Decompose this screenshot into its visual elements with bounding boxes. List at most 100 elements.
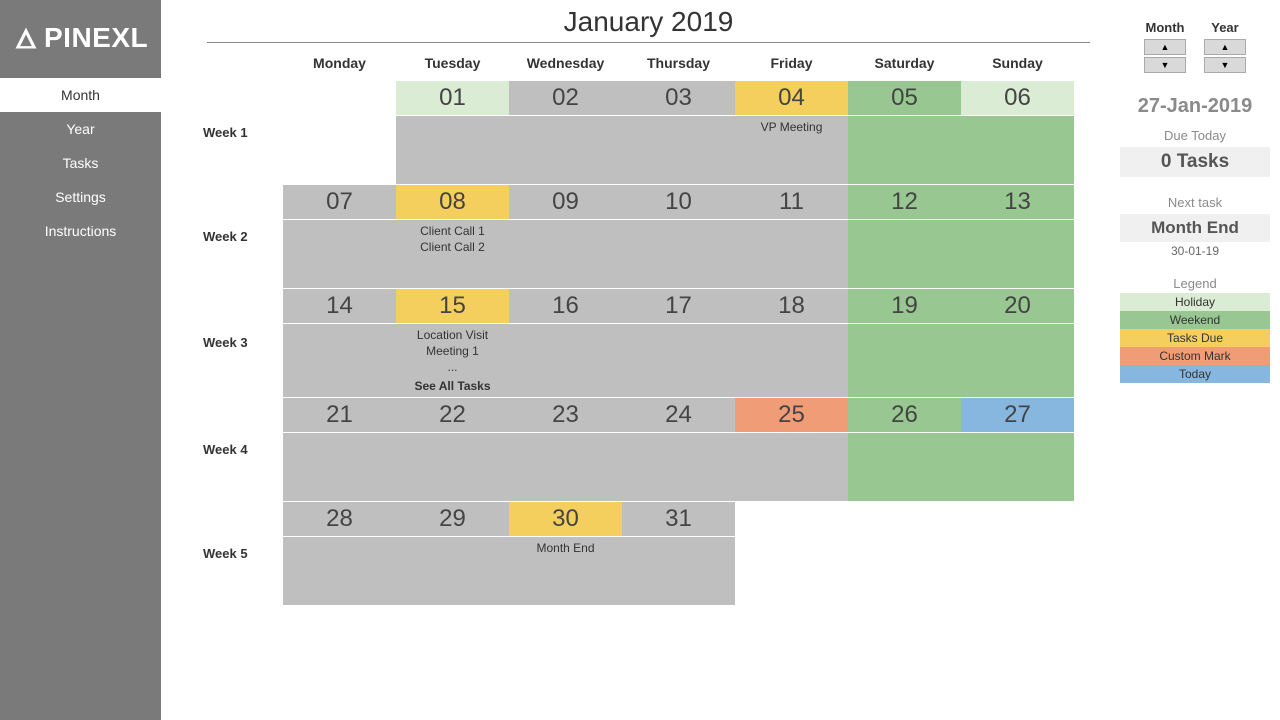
week-row: Week 20708Client Call 1Client Call 20910…	[197, 185, 1100, 288]
day-cell[interactable]: 29	[396, 502, 509, 605]
day-cell[interactable]: 10	[622, 185, 735, 288]
day-cell[interactable]: 19	[848, 289, 961, 397]
day-number: 08	[396, 185, 509, 219]
calendar-title: January 2019	[197, 6, 1100, 38]
day-cell[interactable]: 27	[961, 398, 1074, 501]
nav-item-settings[interactable]: Settings	[0, 180, 161, 214]
task-line: Client Call 2	[398, 239, 507, 255]
day-cell[interactable]: 31	[622, 502, 735, 605]
day-header: Thursday	[622, 45, 735, 81]
day-number: 10	[622, 185, 735, 219]
day-cell[interactable]: 23	[509, 398, 622, 501]
day-cell[interactable]: 15Location VisitMeeting 1...See All Task…	[396, 289, 509, 397]
day-cell[interactable]: 24	[622, 398, 735, 501]
week-label-spacer	[197, 45, 283, 81]
day-header: Monday	[283, 45, 396, 81]
day-number: 03	[622, 81, 735, 115]
day-cell[interactable]: 17	[622, 289, 735, 397]
sidebar: PINEXL MonthYearTasksSettingsInstruction…	[0, 0, 161, 720]
day-number: 19	[848, 289, 961, 323]
legend-list: HolidayWeekendTasks DueCustom MarkToday	[1120, 293, 1270, 383]
day-cell[interactable]: 11	[735, 185, 848, 288]
day-cell[interactable]: 14	[283, 289, 396, 397]
day-body	[396, 116, 509, 184]
day-body	[735, 433, 848, 501]
day-number: 30	[509, 502, 622, 536]
task-line: VP Meeting	[737, 119, 846, 135]
nav-item-instructions[interactable]: Instructions	[0, 214, 161, 248]
weeks-container: Week 101020304VP Meeting0506Week 20708Cl…	[197, 81, 1100, 605]
day-cell[interactable]: 26	[848, 398, 961, 501]
day-cell[interactable]: 16	[509, 289, 622, 397]
day-body	[283, 433, 396, 501]
logo-icon	[12, 24, 40, 52]
day-cell[interactable]: 22	[396, 398, 509, 501]
day-cell[interactable]: 05	[848, 81, 961, 184]
year-up-button[interactable]: ▲	[1204, 39, 1246, 55]
main: January 2019 MondayTuesdayWednesdayThurs…	[161, 0, 1280, 720]
day-cell[interactable]: 07	[283, 185, 396, 288]
day-body	[622, 220, 735, 288]
day-cell[interactable]: 02	[509, 81, 622, 184]
week-label: Week 4	[197, 398, 283, 501]
day-cell[interactable]: 09	[509, 185, 622, 288]
day-cell[interactable]: 01	[396, 81, 509, 184]
day-cell[interactable]: 21	[283, 398, 396, 501]
next-task-name: Month End	[1120, 214, 1270, 242]
day-cell[interactable]: 20	[961, 289, 1074, 397]
day-cell[interactable]: 18	[735, 289, 848, 397]
day-cell[interactable]: 04VP Meeting	[735, 81, 848, 184]
due-today-label: Due Today	[1120, 128, 1270, 143]
day-number: 20	[961, 289, 1074, 323]
year-down-button[interactable]: ▼	[1204, 57, 1246, 73]
day-number: 09	[509, 185, 622, 219]
see-all-tasks-link[interactable]: See All Tasks	[398, 378, 507, 394]
day-number: 25	[735, 398, 848, 432]
nav-item-month[interactable]: Month	[0, 78, 161, 112]
day-header: Tuesday	[396, 45, 509, 81]
day-cell[interactable]: 25	[735, 398, 848, 501]
day-body	[622, 116, 735, 184]
next-task-label: Next task	[1120, 195, 1270, 210]
task-line: Meeting 1	[398, 343, 507, 359]
day-body	[848, 324, 961, 397]
day-number: 22	[396, 398, 509, 432]
day-number: 11	[735, 185, 848, 219]
day-body	[961, 116, 1074, 184]
day-body	[961, 537, 1074, 605]
today-date: 27-Jan-2019	[1120, 95, 1270, 118]
day-cell[interactable]: 28	[283, 502, 396, 605]
month-down-button[interactable]: ▼	[1144, 57, 1186, 73]
day-number: 02	[509, 81, 622, 115]
day-body	[509, 116, 622, 184]
title-divider	[207, 42, 1090, 43]
day-cell[interactable]: 30Month End	[509, 502, 622, 605]
month-up-button[interactable]: ▲	[1144, 39, 1186, 55]
week-label: Week 2	[197, 185, 283, 288]
day-cell[interactable]: 03	[622, 81, 735, 184]
day-cell	[735, 502, 848, 605]
day-body	[283, 537, 396, 605]
task-line: Location Visit	[398, 327, 507, 343]
day-number: 27	[961, 398, 1074, 432]
side-panel: Month ▲ ▼ Year ▲ ▼ 27-Jan-2019 Due Today…	[1120, 6, 1280, 720]
day-cell[interactable]: 06	[961, 81, 1074, 184]
day-number: 12	[848, 185, 961, 219]
day-number: 14	[283, 289, 396, 323]
day-cell[interactable]: 08Client Call 1Client Call 2	[396, 185, 509, 288]
legend-weekend: Weekend	[1120, 311, 1270, 329]
day-body	[622, 433, 735, 501]
nav-item-year[interactable]: Year	[0, 112, 161, 146]
day-body	[509, 433, 622, 501]
month-spinner-label: Month	[1146, 20, 1185, 35]
day-number: 28	[283, 502, 396, 536]
legend-title: Legend	[1120, 276, 1270, 291]
day-cell	[283, 81, 396, 184]
day-cell[interactable]: 13	[961, 185, 1074, 288]
day-number: 23	[509, 398, 622, 432]
day-body	[622, 537, 735, 605]
day-number: 06	[961, 81, 1074, 115]
day-cell[interactable]: 12	[848, 185, 961, 288]
day-header: Saturday	[848, 45, 961, 81]
nav-item-tasks[interactable]: Tasks	[0, 146, 161, 180]
